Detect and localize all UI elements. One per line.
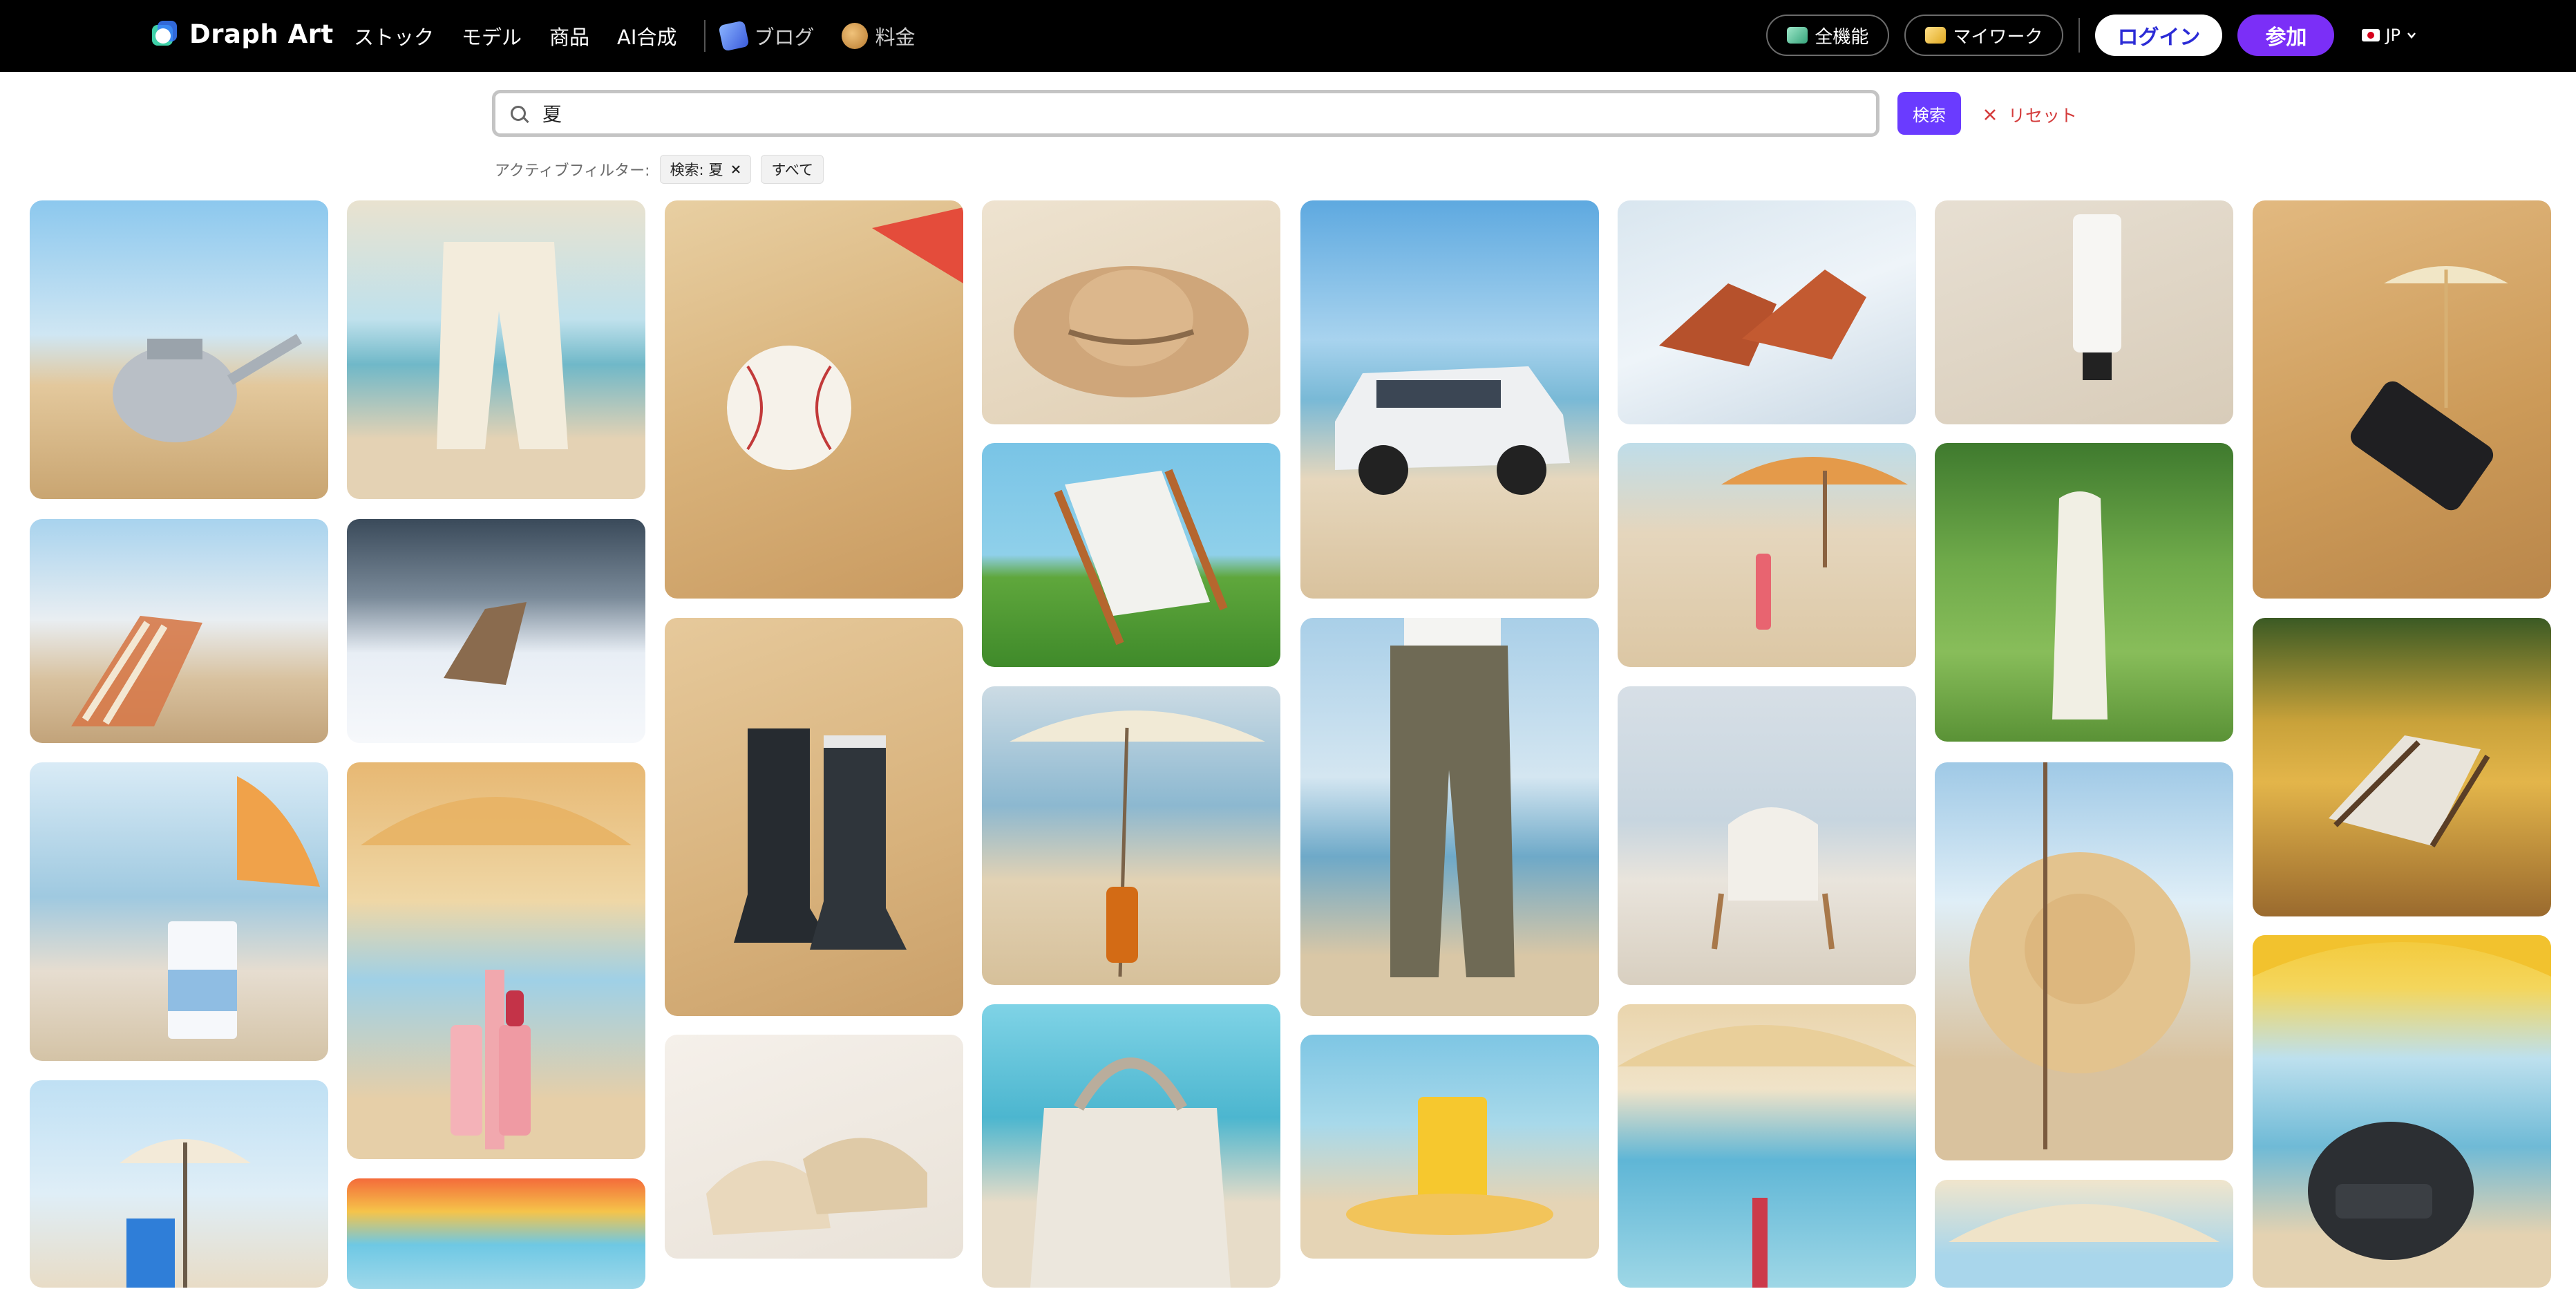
blog-icon xyxy=(718,20,750,52)
filter-chip-all[interactable]: すべて xyxy=(761,155,824,184)
gallery-image[interactable] xyxy=(30,1080,328,1288)
gallery-image[interactable] xyxy=(982,443,1280,667)
gallery-image[interactable] xyxy=(1935,1180,2233,1288)
main-nav: ストック モデル 商品 AI合成 ブログ 料金 xyxy=(354,19,943,53)
nav-pricing[interactable]: 料金 xyxy=(842,21,915,50)
brand-logo[interactable]: Draph Art xyxy=(149,18,334,50)
all-features-label: 全機能 xyxy=(1815,26,1869,48)
gallery-image[interactable] xyxy=(30,762,328,1061)
gallery-image[interactable] xyxy=(1300,200,1599,599)
gallery-image[interactable] xyxy=(1618,686,1916,985)
close-icon xyxy=(1985,109,1996,120)
gallery-image[interactable] xyxy=(2253,200,2551,599)
gallery-image[interactable] xyxy=(347,1178,645,1289)
coin-icon xyxy=(842,23,869,49)
gallery-image[interactable] xyxy=(982,200,1280,424)
gallery-image[interactable] xyxy=(30,200,328,499)
gallery-image[interactable] xyxy=(30,519,328,743)
nav-stock[interactable]: ストック xyxy=(354,21,434,50)
language-selector[interactable]: JP xyxy=(2362,26,2417,45)
active-filters: アクティブフィルター: 検索: 夏 すべて xyxy=(495,155,824,184)
logo-icon xyxy=(149,18,181,50)
nav-pricing-label: 料金 xyxy=(875,26,916,49)
gallery-image[interactable] xyxy=(1300,618,1599,1016)
gallery-image[interactable] xyxy=(347,519,645,743)
gallery-image[interactable] xyxy=(1300,1035,1599,1259)
japan-flag-icon xyxy=(2362,29,2380,41)
login-button[interactable]: ログイン xyxy=(2095,15,2223,56)
nav-blog[interactable]: ブログ xyxy=(718,20,815,52)
brand-name: Draph Art xyxy=(189,19,334,49)
gallery-image[interactable] xyxy=(1618,443,1916,667)
search-button[interactable]: 検索 xyxy=(1897,92,1961,135)
filter-chip-search-label: 検索: 夏 xyxy=(670,162,723,178)
gallery-image[interactable] xyxy=(1618,200,1916,424)
gallery-image[interactable] xyxy=(665,618,963,1016)
gallery-image[interactable] xyxy=(982,1004,1280,1288)
gallery-image[interactable] xyxy=(1935,200,2233,424)
gallery-image[interactable] xyxy=(1935,762,2233,1160)
nav-product[interactable]: 商品 xyxy=(549,21,589,50)
gallery-image[interactable] xyxy=(665,1035,963,1259)
gallery-image[interactable] xyxy=(1935,443,2233,742)
gallery-image[interactable] xyxy=(2253,618,2551,916)
active-filters-label: アクティブフィルター: xyxy=(495,162,650,180)
reset-label: リセット xyxy=(2008,106,2078,126)
filter-chip-search[interactable]: 検索: 夏 xyxy=(659,155,752,184)
gallery-image[interactable] xyxy=(347,200,645,499)
nav-divider xyxy=(704,20,706,52)
search-input[interactable] xyxy=(541,101,1857,126)
reset-button[interactable]: リセット xyxy=(1983,102,2077,127)
gallery-image[interactable] xyxy=(1618,1004,1916,1288)
gallery-image[interactable] xyxy=(2253,935,2551,1288)
search-icon xyxy=(511,106,526,121)
join-button[interactable]: 参加 xyxy=(2237,15,2335,56)
nav-blog-label: ブログ xyxy=(754,26,815,49)
top-nav-bar: Draph Art ストック モデル 商品 AI合成 ブログ 料金 全機能 マイ… xyxy=(0,0,2576,72)
language-label: JP xyxy=(2385,26,2400,45)
gallery-image[interactable] xyxy=(982,686,1280,985)
remove-filter-icon[interactable] xyxy=(731,164,741,174)
header-divider xyxy=(2078,18,2081,53)
nav-ai-compose[interactable]: AI合成 xyxy=(617,21,676,50)
header-actions: 全機能 マイワーク ログイン 参加 JP xyxy=(1751,12,2417,58)
all-features-button[interactable]: 全機能 xyxy=(1766,15,1890,56)
folder-icon xyxy=(1925,27,1947,44)
chevron-down-icon xyxy=(2407,32,2416,39)
gallery-image[interactable] xyxy=(665,200,963,599)
my-work-button[interactable]: マイワーク xyxy=(1904,15,2064,56)
gallery-image[interactable] xyxy=(347,762,645,1159)
features-icon xyxy=(1787,27,1808,44)
nav-model[interactable]: モデル xyxy=(462,21,522,50)
search-bar xyxy=(492,90,1879,137)
my-work-label: マイワーク xyxy=(1953,26,2043,48)
